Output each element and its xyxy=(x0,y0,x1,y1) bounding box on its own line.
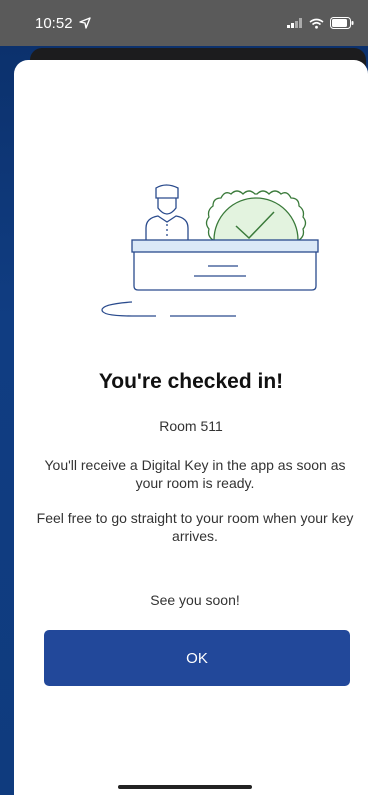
clerk-figure xyxy=(145,184,189,240)
status-right xyxy=(287,17,354,29)
digital-key-message: You'll receive a Digital Key in the app … xyxy=(44,457,346,491)
battery-icon xyxy=(330,17,354,29)
desk xyxy=(131,239,319,291)
wifi-icon xyxy=(309,18,324,29)
check-badge-icon xyxy=(205,190,307,241)
app-screen: 10:52 You're checked in! Room 511 You'll… xyxy=(0,0,368,795)
page-title: You're checked in! xyxy=(98,370,284,393)
ok-button[interactable]: OK xyxy=(44,630,350,686)
front-desk-checkin-illustration xyxy=(101,184,319,317)
status-left: 10:52 xyxy=(35,15,91,32)
floor-lines xyxy=(101,301,236,317)
location-arrow-icon xyxy=(78,17,91,29)
signal-icon xyxy=(287,18,302,28)
status-time: 10:52 xyxy=(35,14,73,32)
room-number: Room 511 xyxy=(159,418,223,434)
farewell-message: See you soon! xyxy=(150,592,240,608)
status-bar: 10:52 xyxy=(0,0,368,46)
go-to-room-message: Feel free to go straight to your room wh… xyxy=(36,510,354,544)
home-indicator[interactable] xyxy=(118,785,252,789)
checkin-confirmation-sheet: You're checked in! Room 511 You'll recei… xyxy=(14,60,368,795)
